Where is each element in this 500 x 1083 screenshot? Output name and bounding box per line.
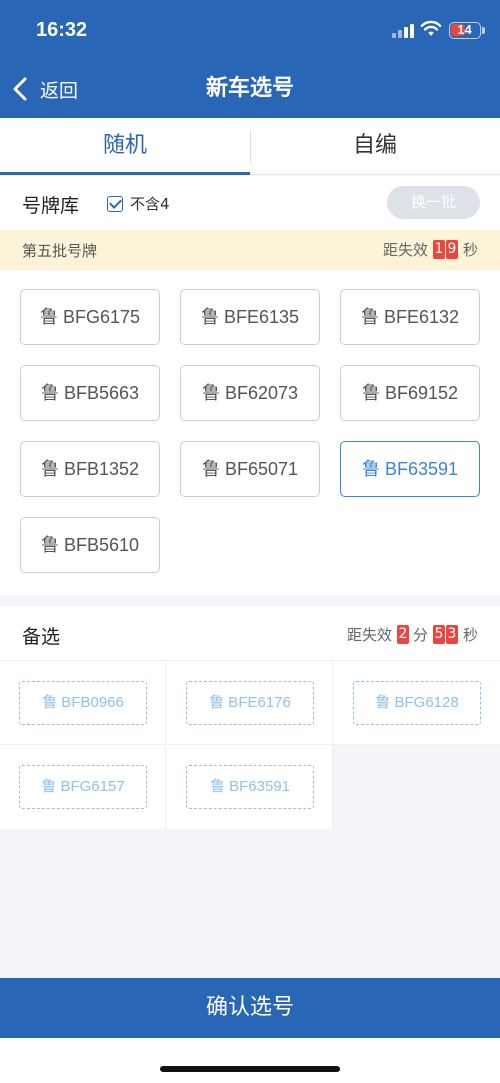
countdown-prefix: 距失效 (346, 626, 392, 644)
batch-name: 第五批号牌 (22, 242, 98, 260)
active-tab-indicator (0, 172, 250, 175)
exclude-four-label: 不含4 (130, 195, 170, 213)
alternate-cell: 鲁 BFG6157 (0, 745, 166, 829)
countdown-digit: 2 (396, 625, 409, 644)
countdown-unit: 秒 (462, 241, 478, 259)
alternate-plate[interactable]: 鲁 BFE6176 (186, 681, 314, 725)
countdown-digit: 5 (432, 625, 445, 644)
checkbox-checked-icon (107, 195, 123, 212)
empty-cell (333, 745, 500, 829)
plate-option-selected[interactable]: 鲁 BF63591 (340, 441, 480, 497)
countdown-digit: 9 (445, 240, 458, 259)
plate-pool-header: 号牌库 不含4 换一批 (0, 176, 500, 230)
plate-option[interactable]: 鲁 BFB5610 (20, 517, 160, 573)
battery-level: 14 (457, 22, 472, 37)
plate-grid: 鲁 BFG6175 鲁 BFE6135 鲁 BFE6132 鲁 BFB5663 … (0, 270, 500, 595)
plate-option[interactable]: 鲁 BFE6132 (340, 289, 480, 345)
refresh-batch-button[interactable]: 换一批 (387, 186, 480, 219)
plate-option[interactable]: 鲁 BFE6135 (180, 289, 320, 345)
tab-random[interactable]: 随机 (0, 118, 250, 175)
battery-icon: 14 (449, 22, 481, 39)
batch-countdown: 距失效 1 9 秒 (383, 239, 478, 260)
back-label: 返回 (40, 79, 79, 102)
alternate-plate[interactable]: 鲁 BF63591 (186, 765, 314, 809)
app-header: 16:32 14 返回 新车选号 (0, 0, 500, 118)
plate-option[interactable]: 鲁 BF65071 (180, 441, 320, 497)
alternate-plate[interactable]: 鲁 BFB0966 (19, 681, 147, 725)
plate-option[interactable]: 鲁 BF69152 (340, 365, 480, 421)
plate-option[interactable]: 鲁 BFG6175 (20, 289, 160, 345)
alternate-title: 备选 (22, 626, 61, 648)
alternate-cell: 鲁 BFE6176 (167, 661, 333, 745)
alternate-cell: 鲁 BFB0966 (0, 661, 166, 745)
wifi-icon (420, 20, 442, 36)
countdown-digit: 3 (445, 625, 458, 644)
alternate-countdown: 距失效 2 分 5 3 秒 (347, 624, 478, 645)
status-bar: 16:32 14 (0, 0, 500, 60)
countdown-prefix: 距失效 (382, 241, 428, 259)
plate-option[interactable]: 鲁 BF62073 (180, 365, 320, 421)
alternate-header: 备选 距失效 2 分 5 3 秒 (0, 606, 500, 661)
tab-bar: 随机 自编 (0, 118, 500, 175)
plate-option[interactable]: 鲁 BFB1352 (20, 441, 160, 497)
chevron-left-icon (13, 77, 27, 101)
batch-bar: 第五批号牌 距失效 1 9 秒 (0, 230, 500, 270)
status-time: 16:32 (36, 19, 88, 41)
exclude-four-checkbox[interactable]: 不含4 (107, 193, 170, 214)
home-bar-area (0, 1038, 500, 1083)
alternate-cell: 鲁 BFG6128 (334, 661, 500, 745)
alternate-cell: 鲁 BF63591 (167, 745, 333, 829)
plate-pool-title: 号牌库 (22, 195, 80, 217)
confirm-selection-button[interactable]: 确认选号 (0, 978, 500, 1038)
alternate-plate[interactable]: 鲁 BFG6128 (353, 681, 481, 725)
alternate-section: 备选 距失效 2 分 5 3 秒 鲁 BFB0966 鲁 BFE6176 鲁 B… (0, 606, 500, 829)
cellular-signal-icon (392, 24, 414, 38)
home-indicator (160, 1066, 340, 1072)
plate-option[interactable]: 鲁 BFB5663 (20, 365, 160, 421)
countdown-unit: 分 (412, 626, 428, 644)
back-button[interactable]: 返回 (10, 72, 78, 106)
alternate-plate[interactable]: 鲁 BFG6157 (19, 765, 147, 809)
countdown-digit: 1 (432, 240, 445, 259)
tab-custom[interactable]: 自编 (250, 118, 500, 175)
countdown-unit: 秒 (462, 626, 478, 644)
